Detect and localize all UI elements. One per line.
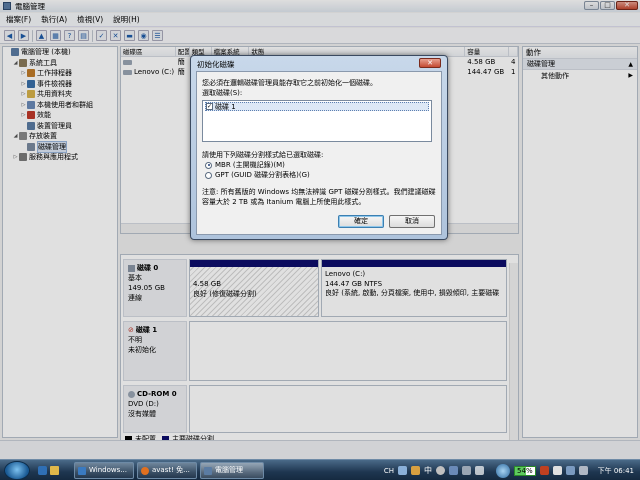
help-tray-icon[interactable]	[462, 466, 472, 475]
disk-list-item[interactable]: ✓ 磁碟 1	[205, 102, 429, 111]
ime-mode-icon[interactable]	[411, 466, 421, 475]
select-disk-label: 選取磁碟(S):	[202, 89, 243, 97]
system-tray: CH 中 54% 下午 06:41	[384, 460, 640, 480]
gpt-label: GPT (GUID 磁碟分割表格)(G)	[215, 171, 310, 179]
folder-icon[interactable]	[50, 466, 59, 475]
computer-management-icon	[204, 467, 212, 475]
window-icon	[78, 467, 86, 475]
dialog-title: 初始化磁碟	[197, 60, 235, 69]
network-globe-icon[interactable]	[496, 463, 511, 478]
gpt-option[interactable]: GPT (GUID 磁碟分割表格)(G)	[205, 170, 436, 180]
ime-grid-icon[interactable]	[475, 466, 485, 475]
taskbar-item-label: 電腦管理	[215, 466, 243, 474]
ime-tool-icon[interactable]	[398, 466, 408, 475]
taskbar-item-label: avast! 免...	[152, 466, 190, 474]
battery-percent: 54%	[517, 466, 533, 475]
disk-item-label: 磁碟 1	[215, 102, 236, 111]
partition-style-label: 請使用下列磁碟分割樣式給已選取磁碟:	[202, 151, 324, 159]
language-indicator[interactable]: CH	[384, 467, 394, 475]
avast-icon	[141, 467, 149, 475]
taskbar-item-avast[interactable]: avast! 免...	[137, 462, 197, 479]
avast-tray-icon[interactable]	[539, 466, 549, 475]
volume-icon[interactable]	[578, 466, 588, 475]
power-icon[interactable]	[552, 466, 562, 475]
gpt-radio[interactable]	[205, 171, 212, 179]
dialog-close-button[interactable]: ✕	[419, 58, 441, 68]
battery-indicator[interactable]: 54%	[514, 465, 536, 476]
cancel-button[interactable]: 取消	[389, 215, 435, 228]
taskbar-item-computer-management[interactable]: 電腦管理	[200, 462, 264, 479]
dialog-body: 您必須在邏輯磁碟管理員能存取它之前初始化一個磁碟。 選取磁碟(S): ✓ 磁碟 …	[196, 71, 442, 235]
taskbar-item-windows[interactable]: Windows...	[74, 462, 134, 479]
network-icon[interactable]	[565, 466, 575, 475]
clock[interactable]: 下午 06:41	[598, 466, 634, 476]
ime-option-icon[interactable]	[449, 466, 459, 475]
dialog-intro: 您必須在邏輯磁碟管理員能存取它之前初始化一個磁碟。	[202, 79, 377, 87]
taskbar-item-label: Windows...	[89, 466, 127, 474]
mbr-option[interactable]: MBR (主開機記錄)(M)	[205, 160, 436, 170]
ok-button[interactable]: 確定	[338, 215, 384, 228]
ime-chinese-indicator[interactable]: 中	[424, 465, 432, 476]
mbr-label: MBR (主開機記錄)(M)	[215, 161, 285, 169]
mbr-radio[interactable]	[205, 161, 212, 169]
initialize-disk-dialog: 初始化磁碟 ✕ 您必須在邏輯磁碟管理員能存取它之前初始化一個磁碟。 選取磁碟(S…	[190, 55, 448, 240]
taskbar: Windows... avast! 免... 電腦管理 CH 中 54% 下午 …	[0, 459, 640, 480]
moon-icon[interactable]	[436, 466, 446, 475]
disk-select-list[interactable]: ✓ 磁碟 1	[202, 100, 432, 142]
quick-launch	[36, 462, 70, 479]
start-button[interactable]	[4, 461, 30, 480]
disk-checkbox[interactable]: ✓	[206, 103, 213, 110]
ie-icon[interactable]	[38, 466, 47, 475]
gpt-note: 注意: 所有舊版的 Windows 均無法辨識 GPT 磁碟分割樣式。我們建議磁…	[202, 188, 436, 206]
